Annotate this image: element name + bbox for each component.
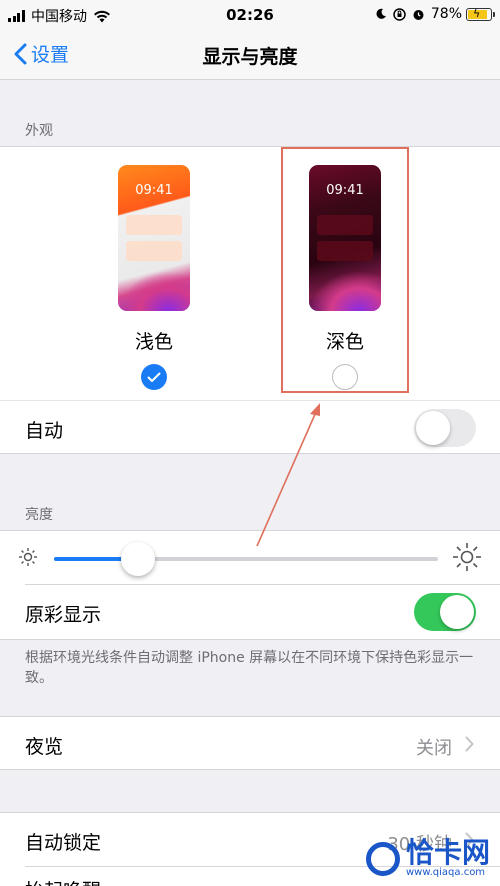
page-title: 显示与亮度 — [202, 46, 298, 68]
night-shift-row[interactable]: 夜览 关闭 — [0, 716, 500, 770]
light-mode-option[interactable]: 09:41 浅色 — [114, 165, 194, 390]
brightness-slider[interactable] — [54, 542, 438, 576]
preview-time: 09:41 — [135, 183, 173, 198]
true-tone-toggle[interactable] — [414, 593, 476, 631]
dark-mode-label: 深色 — [325, 331, 364, 353]
watermark: 恰卡网 www.qiaqa.com — [365, 836, 490, 878]
auto-lock-label: 自动锁定 — [25, 832, 102, 854]
light-mode-label: 浅色 — [134, 331, 173, 353]
light-mode-checkmark[interactable] — [141, 364, 167, 390]
dark-mode-radio[interactable] — [332, 364, 358, 390]
section-header-appearance: 外观 — [25, 123, 53, 139]
auto-row: 自动 — [0, 400, 500, 454]
watermark-brand: 恰卡网 — [405, 836, 490, 869]
watermark-logo — [365, 841, 400, 876]
status-bar: 中国移动 02:26 78% ϟ — [0, 0, 500, 30]
brightness-row — [0, 530, 500, 584]
navigation-bar: 设置 显示与亮度 — [0, 30, 500, 80]
night-shift-value: 关闭 — [416, 738, 452, 759]
moon-icon — [375, 8, 387, 20]
sun-small-icon — [19, 548, 37, 566]
chevron-right-icon — [465, 736, 474, 752]
orientation-lock-icon — [393, 7, 406, 21]
dark-mode-option[interactable]: 09:41 深色 — [305, 165, 385, 390]
appearance-selector: 09:41 浅色 09:41 深色 — [0, 146, 500, 400]
status-right: 78% ϟ — [375, 6, 495, 22]
battery-icon: ϟ — [466, 7, 495, 21]
brightness-slider-thumb[interactable] — [121, 542, 156, 576]
true-tone-footnote: 根据环境光线条件自动调整 iPhone 屏幕以在不同环境下保持色彩显示一致。 — [25, 650, 474, 686]
auto-toggle[interactable] — [414, 409, 476, 447]
preview-time: 09:41 — [326, 183, 364, 198]
night-shift-label: 夜览 — [25, 736, 64, 758]
light-mode-preview[interactable]: 09:41 — [118, 165, 190, 311]
auto-label: 自动 — [25, 420, 64, 442]
checkmark-icon — [147, 372, 161, 382]
sun-large-icon — [453, 543, 481, 571]
battery-percent: 78% — [430, 6, 462, 22]
alarm-icon — [412, 8, 425, 21]
section-header-brightness: 亮度 — [25, 507, 53, 523]
raise-to-wake-label: 抬起唤醒 — [25, 876, 101, 886]
true-tone-label: 原彩显示 — [25, 604, 102, 626]
watermark-url: www.qiaqa.com — [405, 867, 486, 878]
true-tone-row: 原彩显示 — [0, 584, 500, 640]
dark-mode-preview[interactable]: 09:41 — [309, 165, 381, 311]
